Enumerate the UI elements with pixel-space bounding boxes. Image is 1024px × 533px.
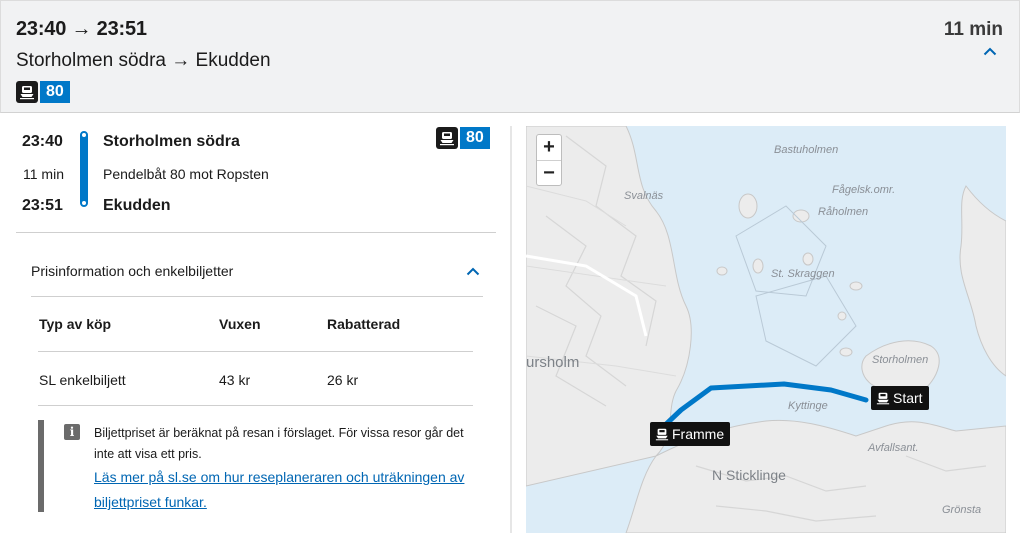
leg-track-line xyxy=(80,132,88,206)
column-header-adult: Vuxen xyxy=(219,316,261,332)
line-number: 80 xyxy=(40,81,70,103)
divider xyxy=(38,351,473,352)
route-map[interactable]: + − Bastuholmen Svalnäs Fågelsk.omr. Råh… xyxy=(526,126,1006,533)
leg-duration: 11 min xyxy=(23,166,64,182)
info-icon: i xyxy=(64,424,80,440)
map-label-avfallsant: Avfallsant. xyxy=(868,442,919,454)
ferry-icon xyxy=(875,391,890,406)
divider xyxy=(16,232,496,233)
map-label-gronsta: Grönsta xyxy=(942,504,982,516)
zoom-out-button[interactable]: − xyxy=(537,160,561,185)
map-zoom-controls: + − xyxy=(536,134,562,186)
map-label-st-skraggen: St. Skraggen xyxy=(771,268,835,280)
column-header-ticket-type: Typ av köp xyxy=(39,316,112,332)
departure-stop-dot xyxy=(80,131,88,139)
ferry-icon xyxy=(436,127,458,149)
trip-summary-header[interactable]: 23:40 → 23:51 Storholmen södra → Ekudden… xyxy=(0,0,1020,113)
end-marker-label: Framme xyxy=(672,426,725,442)
trip-times: 23:40 → 23:51 xyxy=(16,18,147,40)
map-label-storholmen: Storholmen xyxy=(872,354,929,366)
divider xyxy=(31,296,483,297)
column-divider xyxy=(510,126,512,533)
end-marker[interactable]: Framme xyxy=(650,422,731,446)
info-text: Biljettpriset är beräknat på resan i för… xyxy=(94,426,464,461)
ferry-line-badge: 80 xyxy=(16,81,70,103)
ferry-icon xyxy=(654,427,669,442)
map-label-bastuholmen: Bastuholmen xyxy=(774,144,839,156)
arrival-stop: Ekudden xyxy=(103,197,171,214)
price-info-title: Prisinformation och enkelbiljetter xyxy=(31,263,234,279)
map-label-n-sticklinge: N Sticklinge xyxy=(712,467,786,483)
arrival-stop-dot xyxy=(80,199,88,207)
map-label-svalnas: Svalnäs xyxy=(624,190,664,202)
zoom-in-button[interactable]: + xyxy=(537,135,561,160)
collapse-chevron-up-icon[interactable] xyxy=(983,47,997,56)
arrival-time: 23:51 xyxy=(22,197,63,214)
departure-stop: Storholmen södra xyxy=(103,133,240,150)
ferry-icon xyxy=(16,81,38,103)
start-marker[interactable]: Start xyxy=(871,386,929,410)
start-marker-label: Start xyxy=(893,390,923,406)
leg-description: Pendelbåt 80 mot Ropsten xyxy=(103,166,269,182)
price-info-notice: i Biljettpriset är beräknat på resan i f… xyxy=(38,420,478,512)
table-cell-ticket-type: SL enkelbiljett xyxy=(39,372,126,388)
trip-route: Storholmen södra → Ekudden xyxy=(16,50,271,71)
map-label-raholmen: Råholmen xyxy=(818,206,869,218)
table-cell-reduced-price: 26 kr xyxy=(327,372,359,388)
map-label-ursholm: ursholm xyxy=(526,354,580,371)
table-cell-adult-price: 43 kr xyxy=(219,372,251,388)
divider xyxy=(38,405,473,406)
leg-ferry-line-badge: 80 xyxy=(436,127,490,149)
price-info-toggle[interactable]: Prisinformation och enkelbiljetter xyxy=(16,250,496,296)
collapse-chevron-up-icon[interactable] xyxy=(466,267,480,276)
map-label-kyttinge: Kyttinge xyxy=(788,400,828,412)
departure-time: 23:40 xyxy=(22,133,63,150)
read-more-link[interactable]: Läs mer på sl.se om hur reseplaneraren o… xyxy=(94,465,484,515)
column-header-reduced: Rabatterad xyxy=(327,316,401,332)
map-label-fagelsk: Fågelsk.omr. xyxy=(832,184,896,196)
trip-duration: 11 min xyxy=(943,19,1003,40)
line-number: 80 xyxy=(460,127,490,149)
